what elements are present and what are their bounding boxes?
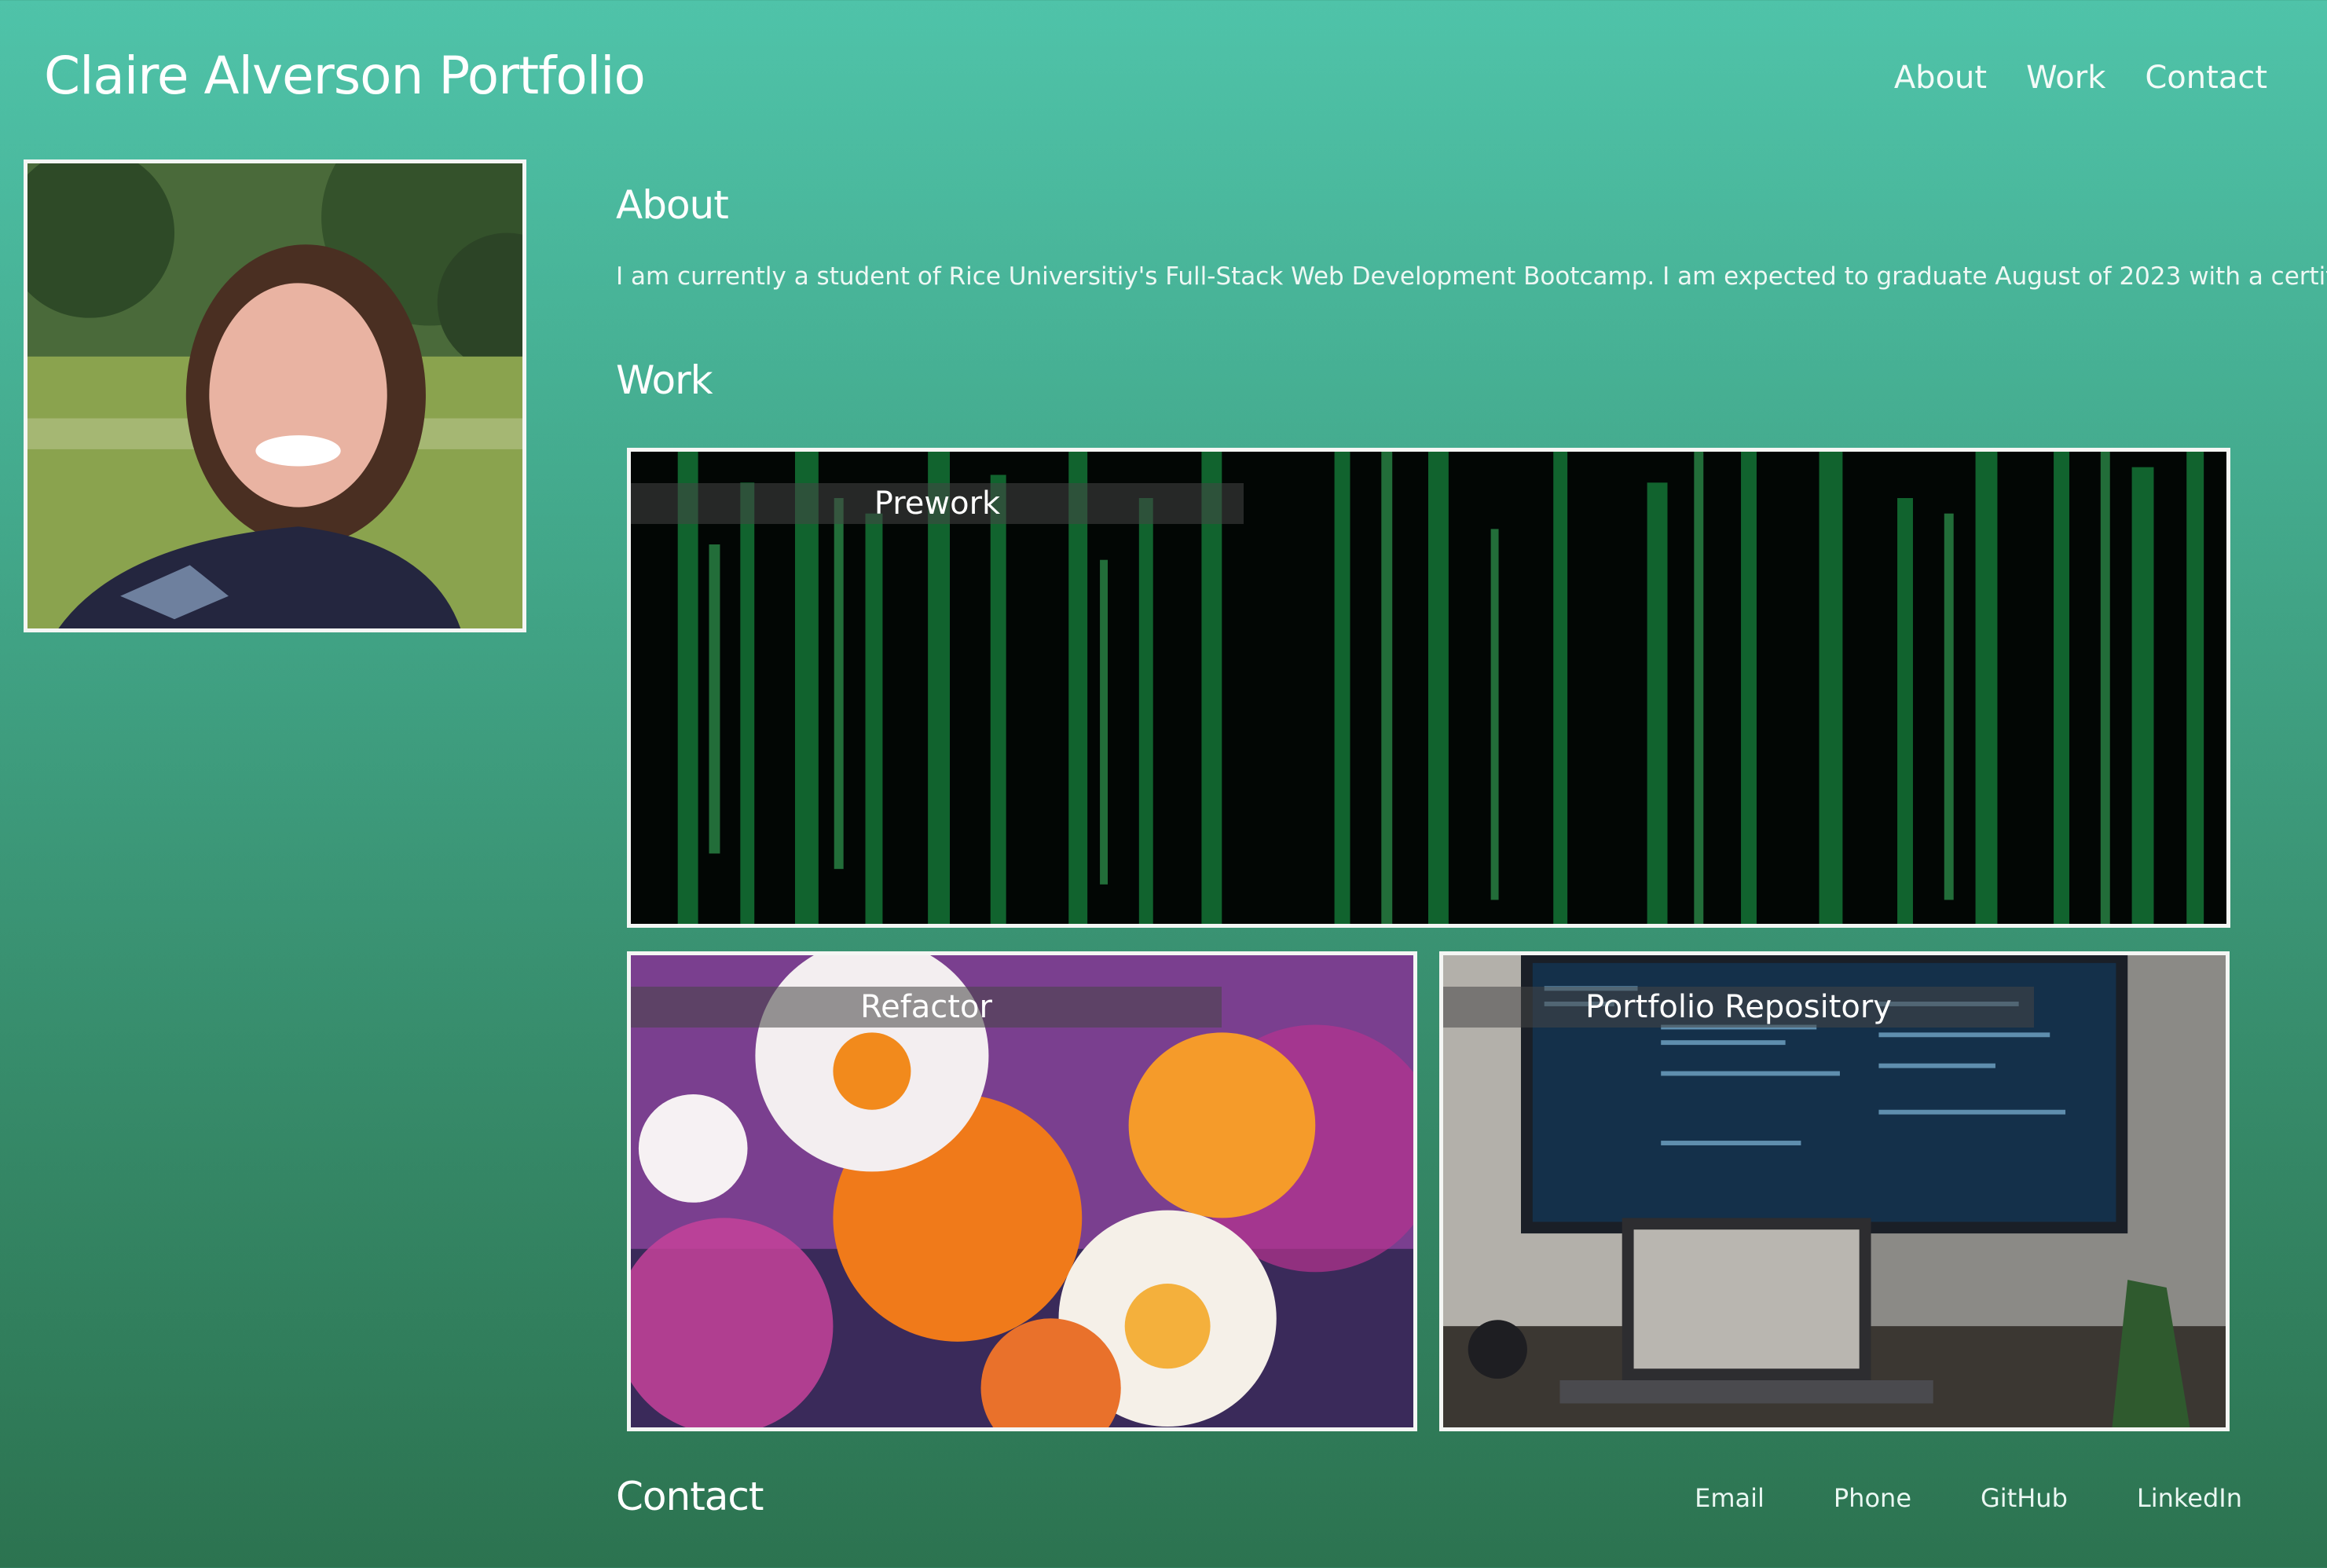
nav-link-about[interactable]: About (1894, 60, 1987, 96)
project-label-prework: Prework (631, 483, 1244, 524)
contact-link-email[interactable]: Email (1695, 1483, 1764, 1513)
contact-link-github[interactable]: GitHub (1981, 1483, 2068, 1513)
about-text: I am currently a student of Rice Univers… (616, 262, 2327, 291)
contact-link-phone[interactable]: Phone (1834, 1483, 1911, 1513)
project-label-portfolio-repository: Portfolio Repository (1443, 987, 2034, 1028)
project-card-portfolio-repository[interactable]: Portfolio Repository (1439, 951, 2230, 1431)
project-card-prework[interactable]: Prework (627, 448, 2230, 928)
about-heading: About (616, 182, 729, 228)
main-nav: About Work Contact (1894, 60, 2267, 96)
site-title: Claire Alverson Portfolio (44, 46, 646, 106)
work-heading: Work (616, 357, 713, 403)
nav-link-work[interactable]: Work (2026, 60, 2105, 96)
profile-photo-image (27, 163, 522, 628)
contact-links: Email Phone GitHub LinkedIn (1695, 1483, 2242, 1513)
contact-heading: Contact (616, 1474, 764, 1519)
project-label-refactor: Refactor (631, 987, 1222, 1028)
contact-link-linkedin[interactable]: LinkedIn (2137, 1483, 2242, 1513)
profile-photo (24, 159, 526, 632)
nav-link-contact[interactable]: Contact (2145, 60, 2267, 96)
project-card-refactor[interactable]: Refactor (627, 951, 1417, 1431)
